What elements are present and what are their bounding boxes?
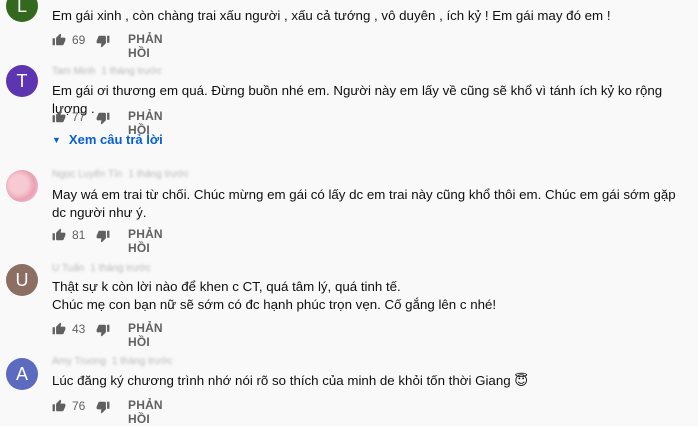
- comment-author[interactable]: Tam Minh 1 tháng trước: [52, 66, 162, 77]
- comment-item: L Em gái xinh , còn chàng trai xấu người…: [0, 0, 698, 60]
- comment-item: Ngọc Luyến Tìn 1 tháng trước May wá em tr…: [0, 166, 698, 255]
- thumbs-up-icon[interactable]: [52, 322, 66, 336]
- thumbs-down-icon[interactable]: [96, 229, 110, 243]
- comment-text: Thật sự k còn lời nào để khen c CT, quá …: [52, 279, 401, 294]
- reply-button[interactable]: PHẢN HỒI: [128, 321, 163, 349]
- like-count: 43: [72, 322, 86, 336]
- thumbs-up-icon[interactable]: [52, 228, 66, 242]
- like-count: 81: [72, 228, 86, 242]
- comment-text: Lúc đăng ký chương trình nhớ nói rõ so t…: [52, 373, 529, 388]
- comment-item: T Tam Minh 1 tháng trước Em gái ơi thương…: [0, 62, 698, 152]
- like-count: 69: [72, 33, 86, 47]
- comment-text: Em gái xinh , còn chàng trai xấu người ,…: [52, 8, 611, 23]
- like-count: 77: [72, 110, 86, 124]
- thumbs-up-icon[interactable]: [52, 110, 66, 124]
- caret-down-icon: ▼: [52, 135, 61, 145]
- reply-button[interactable]: PHẢN HỒI: [128, 398, 163, 426]
- thumbs-down-icon[interactable]: [96, 323, 110, 337]
- comment-item: A Amy Truong 1 tháng trước Lúc đăng ký ch…: [0, 354, 698, 426]
- reply-button[interactable]: PHẢN HỒI: [128, 32, 163, 60]
- comment-author[interactable]: U Tuấn 1 tháng trước: [52, 263, 151, 274]
- comment-time[interactable]: 1 tháng trước: [112, 356, 173, 367]
- view-replies-button[interactable]: ▼ Xem câu trả lời: [52, 132, 163, 147]
- thumbs-up-icon[interactable]: [52, 33, 66, 47]
- avatar[interactable]: T: [6, 65, 38, 97]
- avatar[interactable]: [6, 170, 38, 202]
- thumbs-down-icon[interactable]: [96, 34, 110, 48]
- reply-button[interactable]: PHẢN HỒI: [128, 227, 163, 255]
- thumbs-up-icon[interactable]: [52, 399, 66, 413]
- like-count: 76: [72, 399, 86, 413]
- comment-author[interactable]: Amy Truong 1 tháng trước: [52, 356, 172, 367]
- comment-time[interactable]: 1 tháng trước: [90, 263, 151, 274]
- comment-time[interactable]: 1 tháng trước: [128, 169, 189, 180]
- avatar[interactable]: A: [6, 358, 38, 390]
- comment-text-line2: Chúc mẹ con bạn nữ sẽ sớm có đc hạnh phú…: [52, 297, 497, 312]
- thumbs-down-icon[interactable]: [96, 111, 110, 125]
- comment-text: May wá em trai từ chối. Chúc mừng em gái…: [52, 187, 676, 220]
- thumbs-down-icon[interactable]: [96, 400, 110, 414]
- avatar[interactable]: L: [6, 0, 38, 22]
- avatar[interactable]: U: [6, 264, 38, 296]
- comment-author[interactable]: Ngọc Luyến Tìn 1 tháng trước: [52, 169, 189, 180]
- comment-item: U U Tuấn 1 tháng trước Thật sự k còn lời …: [0, 260, 698, 349]
- comment-time[interactable]: 1 tháng trước: [101, 66, 162, 77]
